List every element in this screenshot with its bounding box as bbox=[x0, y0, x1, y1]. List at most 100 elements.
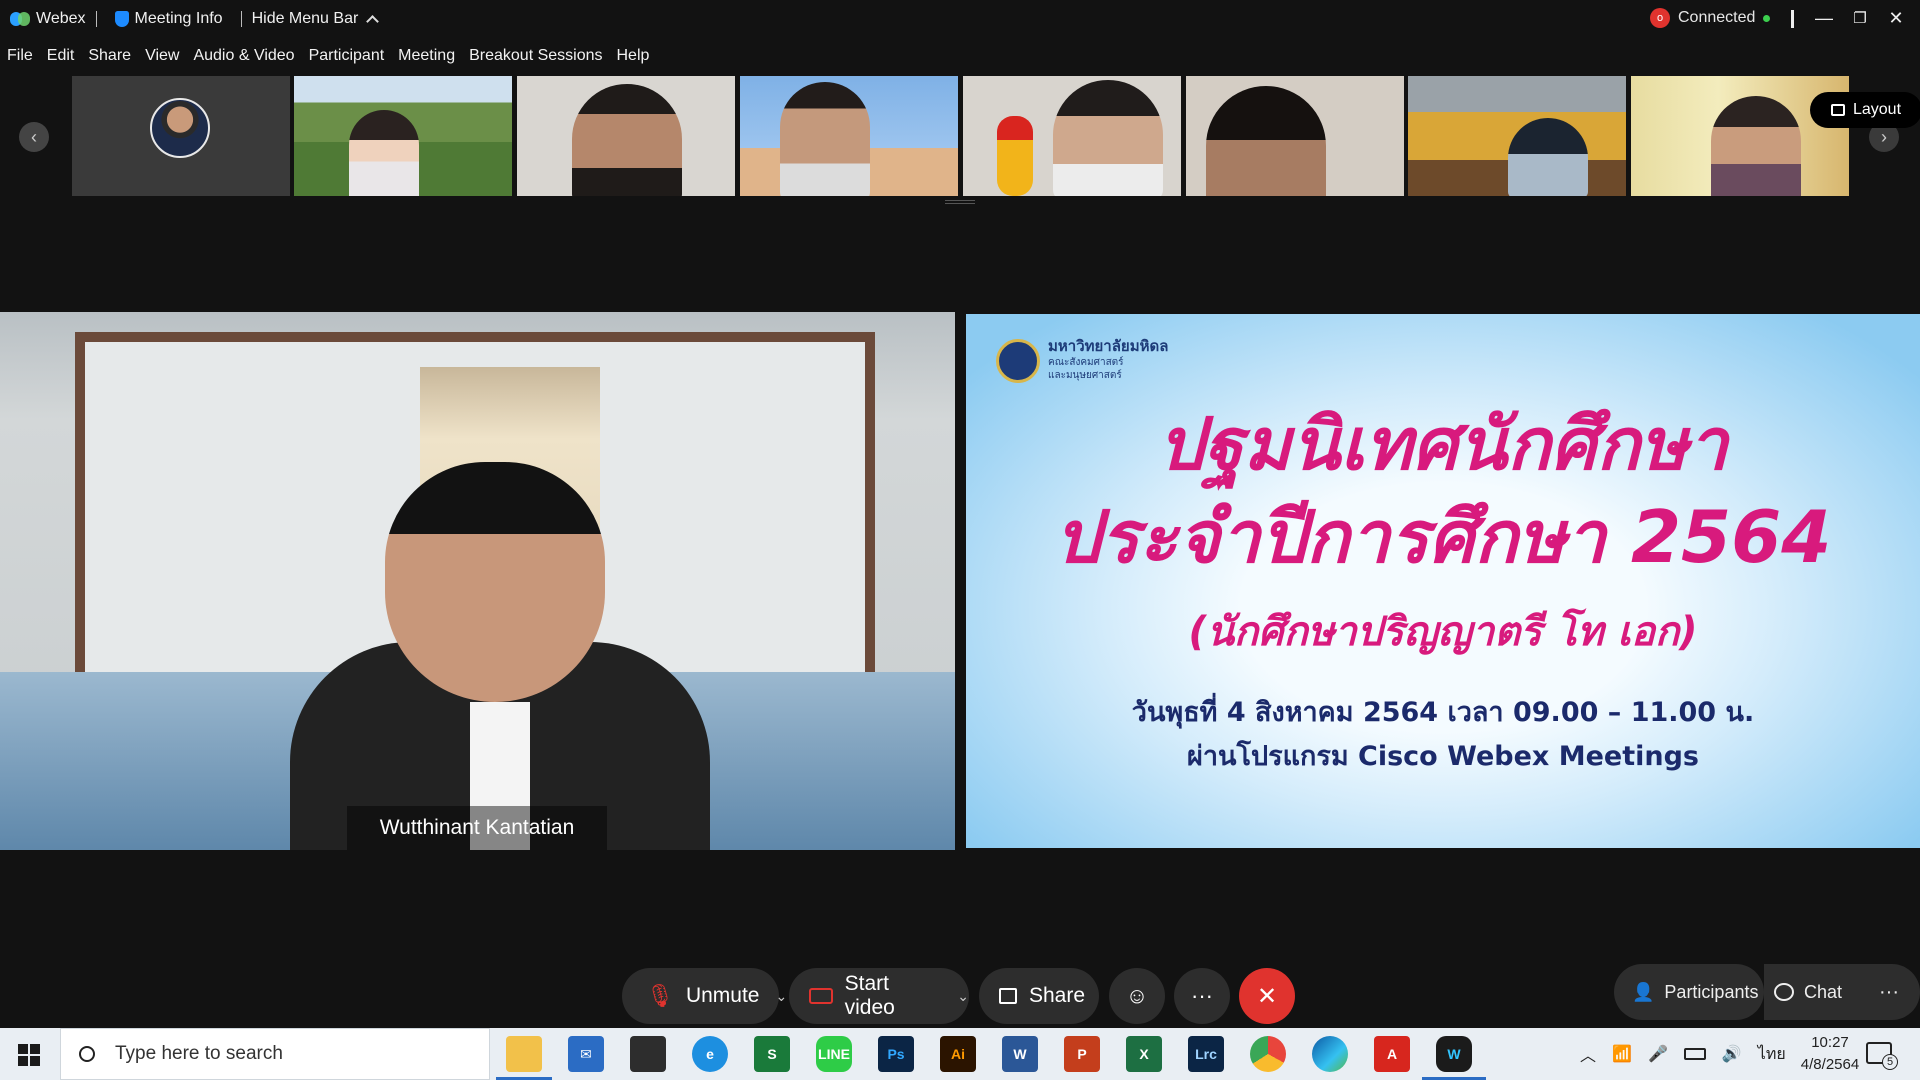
finance-app-icon[interactable]: S bbox=[754, 1036, 790, 1072]
notification-count: 5 bbox=[1882, 1054, 1898, 1070]
chevron-down-icon[interactable]: ⌄ bbox=[775, 988, 787, 1005]
share-icon bbox=[999, 988, 1017, 1004]
meeting-info-button[interactable]: Meeting Info bbox=[114, 10, 223, 28]
participant-video bbox=[1053, 80, 1163, 196]
chat-label: Chat bbox=[1804, 981, 1843, 1002]
menu-edit[interactable]: Edit bbox=[47, 47, 75, 65]
menu-share[interactable]: Share bbox=[88, 47, 131, 65]
participant-thumbnail[interactable] bbox=[294, 76, 512, 196]
participant-video bbox=[1206, 86, 1326, 196]
microphone-icon[interactable]: 🎤 bbox=[1648, 1044, 1668, 1064]
org-line-3: และมนุษยศาสตร์ bbox=[1048, 370, 1122, 381]
word-icon[interactable]: W bbox=[1002, 1036, 1038, 1072]
title-divider bbox=[240, 11, 242, 27]
search-icon bbox=[79, 1046, 95, 1062]
avatar bbox=[150, 98, 210, 158]
connection-status[interactable]: o Connected bbox=[1650, 8, 1771, 28]
active-speaker-video[interactable]: Wutthinant Kantatian bbox=[0, 312, 955, 850]
slide-subtitle: (นักศึกษาปริญญาตรี โท เอก) bbox=[1188, 609, 1698, 655]
participant-thumbnail[interactable] bbox=[517, 76, 735, 196]
participant-video bbox=[1711, 96, 1801, 196]
participant-thumbnail[interactable] bbox=[1186, 76, 1404, 196]
edge-icon[interactable] bbox=[1312, 1036, 1348, 1072]
filmstrip: ‹ › bbox=[0, 74, 1920, 198]
slide-title-line-2: ประจำปีการศึกษา 2564 bbox=[1054, 495, 1832, 579]
participant-thumbnail[interactable] bbox=[72, 76, 290, 196]
meeting-info-icon bbox=[114, 11, 129, 27]
video-off-icon bbox=[809, 988, 833, 1004]
share-button[interactable]: Share bbox=[979, 968, 1099, 1024]
slide-platform-line: ผ่านโปรแกรม Cisco Webex Meetings bbox=[1187, 741, 1699, 772]
hide-menu-bar-button[interactable]: Hide Menu Bar bbox=[252, 10, 380, 28]
webex-logo-icon bbox=[10, 12, 30, 26]
minimize-icon[interactable]: — bbox=[1806, 0, 1842, 36]
acrobat-icon[interactable]: A bbox=[1374, 1036, 1410, 1072]
chat-button[interactable]: Chat bbox=[1764, 964, 1864, 1020]
photoshop-icon[interactable]: Ps bbox=[878, 1036, 914, 1072]
filmstrip-resize-handle[interactable] bbox=[945, 200, 975, 204]
search-placeholder: Type here to search bbox=[115, 1043, 283, 1064]
participant-thumbnail[interactable] bbox=[740, 76, 958, 196]
participants-button[interactable]: 👤 Participants bbox=[1614, 964, 1764, 1020]
menu-breakout-sessions[interactable]: Breakout Sessions bbox=[469, 47, 602, 65]
restore-icon[interactable]: ❐ bbox=[1842, 0, 1878, 36]
lightroom-classic-icon[interactable]: Lrc bbox=[1188, 1036, 1224, 1072]
filmstrip-prev-icon[interactable]: ‹ bbox=[19, 122, 49, 152]
mail-icon[interactable]: ✉ bbox=[568, 1036, 604, 1072]
clock-time: 10:27 bbox=[1811, 1034, 1849, 1051]
panel-more-icon[interactable]: ··· bbox=[1858, 964, 1920, 1020]
volume-icon[interactable]: 🔊 bbox=[1722, 1044, 1742, 1064]
participant-video bbox=[780, 82, 870, 196]
windows-taskbar: Type here to search ✉ e S LINE Ps Ai W P… bbox=[0, 1028, 1920, 1080]
org-line-1: มหาวิทยาลัยมหิดล bbox=[1048, 338, 1169, 355]
menu-view[interactable]: View bbox=[145, 47, 179, 65]
title-bar: Webex Meeting Info Hide Menu Bar bbox=[0, 0, 1920, 38]
chevron-down-icon[interactable]: ⌄ bbox=[957, 988, 969, 1005]
layout-button[interactable]: Layout bbox=[1810, 92, 1920, 128]
windows-start-icon[interactable] bbox=[18, 1044, 40, 1066]
participant-thumbnail[interactable] bbox=[1408, 76, 1626, 196]
leave-meeting-icon[interactable]: ✕ bbox=[1239, 968, 1295, 1024]
org-name: มหาวิทยาลัยมหิดล คณะสังคมศาสตร์ และมนุษย… bbox=[1048, 338, 1169, 382]
excel-icon[interactable]: X bbox=[1126, 1036, 1162, 1072]
file-explorer-icon[interactable] bbox=[506, 1036, 542, 1072]
clock[interactable]: 10:27 4/8/2564 bbox=[1780, 1032, 1880, 1076]
participant-thumbnail[interactable] bbox=[963, 76, 1181, 196]
illustrator-icon[interactable]: Ai bbox=[940, 1036, 976, 1072]
connection-label: Connected bbox=[1678, 9, 1756, 26]
start-video-button[interactable]: Start video ⌄ bbox=[789, 968, 969, 1024]
menu-audio-video[interactable]: Audio & Video bbox=[193, 47, 294, 65]
menu-participant[interactable]: Participant bbox=[309, 47, 385, 65]
powerpoint-icon[interactable]: P bbox=[1064, 1036, 1100, 1072]
muted-mic-icon: 🎙 bbox=[646, 983, 674, 1008]
shared-content[interactable]: มหาวิทยาลัยมหิดล คณะสังคมศาสตร์ และมนุษย… bbox=[966, 314, 1920, 848]
participant-video bbox=[997, 116, 1033, 196]
unmute-button[interactable]: 🎙 Unmute ⌄ bbox=[622, 968, 787, 1024]
more-options-icon[interactable]: ··· bbox=[1174, 968, 1230, 1024]
reactions-icon[interactable]: ☺ bbox=[1109, 968, 1165, 1024]
menu-meeting[interactable]: Meeting bbox=[398, 47, 455, 65]
notifications-icon[interactable]: 5 bbox=[1866, 1042, 1898, 1070]
menu-help[interactable]: Help bbox=[617, 47, 650, 65]
taskbar-search-box[interactable]: Type here to search bbox=[60, 1028, 490, 1080]
system-tray: ︿ 📶 🎤 🔊 ไทย bbox=[1580, 1028, 1786, 1080]
participant-video bbox=[349, 110, 419, 196]
sticky-notes-icon[interactable] bbox=[630, 1036, 666, 1072]
internet-explorer-icon[interactable]: e bbox=[692, 1036, 728, 1072]
close-window-icon[interactable]: ✕ bbox=[1878, 0, 1914, 36]
show-hidden-icons-icon[interactable]: ︿ bbox=[1580, 1042, 1596, 1066]
chrome-icon[interactable] bbox=[1250, 1036, 1286, 1072]
chat-icon bbox=[1774, 983, 1794, 1001]
chevron-up-icon bbox=[366, 15, 380, 28]
window-divider bbox=[1791, 10, 1794, 28]
menu-file[interactable]: File bbox=[7, 47, 33, 65]
participant-thumbnail[interactable] bbox=[1631, 76, 1849, 196]
university-seal bbox=[996, 339, 1040, 383]
webex-taskbar-icon[interactable]: W bbox=[1436, 1036, 1472, 1072]
battery-icon[interactable] bbox=[1683, 1048, 1706, 1060]
network-icon[interactable]: 📶 bbox=[1612, 1044, 1632, 1064]
participants-label: Participants bbox=[1664, 981, 1759, 1002]
line-app-icon[interactable]: LINE bbox=[816, 1036, 852, 1072]
app-name: Webex bbox=[36, 10, 86, 27]
participant-video bbox=[1508, 118, 1588, 196]
